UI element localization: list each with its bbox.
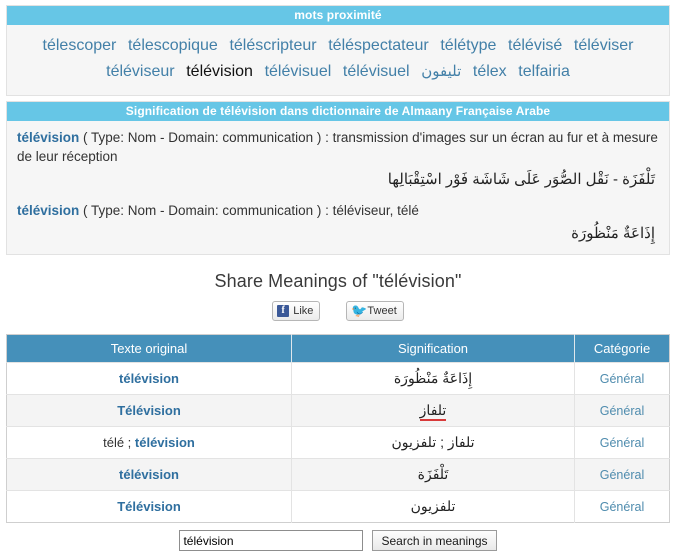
column-header-texte-original: Texte original [6, 334, 292, 363]
meaning-arabic: إِذَاعَةٌ مَنْظُورَة [393, 370, 473, 386]
proximity-word-link[interactable]: téléviser [574, 37, 634, 54]
proximity-word-link[interactable]: téléscripteur [229, 37, 316, 54]
column-header-signification: Signification [291, 334, 575, 363]
table-row: télé ; télévision تلفاز ; تلفزيون Général [6, 426, 670, 459]
proximity-word-link[interactable]: télévisé [508, 37, 562, 54]
facebook-icon: f [277, 305, 290, 317]
cell-signification: تَلْفَزَة [291, 458, 575, 491]
cell-categorie: Général [574, 394, 670, 427]
cell-categorie: Général [574, 458, 670, 491]
definition-line: télévision ( Type: Nom - Domain: communi… [17, 128, 659, 166]
meanings-table-body: télévision إِذَاعَةٌ مَنْظُورَة Général Tél… [6, 362, 670, 523]
meaning-arabic: تَلْفَزَة [417, 466, 449, 482]
definition-text: ( Type: Nom - Domain: communication ) : … [17, 130, 658, 164]
cell-signification: تلفاز [291, 394, 575, 427]
original-term[interactable]: télévision [119, 371, 179, 386]
category-link[interactable]: Général [600, 500, 644, 514]
page-root: mots proximité télescoper télescopique t… [0, 5, 676, 551]
proximity-word-link[interactable]: télétype [440, 37, 496, 54]
cell-categorie: Général [574, 490, 670, 523]
table-header-row: Texte original Signification Catégorie [6, 334, 670, 363]
cell-signification: تلفزيون [291, 490, 575, 523]
table-row: Télévision تلفزيون Général [6, 490, 670, 523]
cell-texte-original: télé ; télévision [6, 426, 292, 459]
category-link[interactable]: Général [600, 372, 644, 386]
search-bar: Search in meanings [0, 530, 676, 551]
share-title: Share Meanings of "télévision" [214, 271, 462, 291]
proximity-word-link[interactable]: telfairia [518, 63, 570, 80]
proximity-word-link[interactable]: télex [473, 63, 507, 80]
twitter-tweet-label: Tweet [367, 305, 397, 317]
twitter-tweet-button[interactable]: 🐦 Tweet [346, 301, 404, 321]
cell-texte-original: Télévision [6, 490, 292, 523]
cell-texte-original: Télévision [6, 394, 292, 427]
spellcheck-underline: تلفاز [419, 402, 447, 421]
meaning-arabic: تلفاز [419, 402, 447, 421]
original-prefix: télé ; [103, 435, 135, 450]
definition-line: télévision ( Type: Nom - Domain: communi… [17, 201, 659, 220]
category-link[interactable]: Général [600, 404, 644, 418]
proximity-word-link[interactable]: téléspectateur [328, 37, 429, 54]
definition-text: ( Type: Nom - Domain: communication ) : … [79, 203, 419, 218]
signification-panel-header: Signification de télévision dans diction… [7, 102, 669, 121]
cell-signification: إِذَاعَةٌ مَنْظُورَة [291, 362, 575, 395]
proximity-word-link[interactable]: télévision [186, 63, 253, 80]
proximity-word-list: télescoper télescopique téléscripteur té… [17, 33, 659, 85]
proximity-word-link[interactable]: télévisuel [343, 63, 410, 80]
category-link[interactable]: Général [600, 436, 644, 450]
facebook-like-button[interactable]: f Like [272, 301, 321, 321]
table-row: Télévision تلفاز Général [6, 394, 670, 427]
cell-texte-original: télévision [6, 458, 292, 491]
definition-headword[interactable]: télévision [17, 203, 79, 218]
proximity-word-link[interactable]: téléviseur [106, 63, 174, 80]
proximity-panel-header: mots proximité [7, 6, 669, 25]
definition-arabic: تَلْفَزَة - نَقْل الصُّوَر عَلَى شَاشَة … [387, 171, 655, 188]
proximity-word-link[interactable]: télescopique [128, 37, 218, 54]
cell-texte-original: télévision [6, 362, 292, 395]
meaning-arabic: تلفزيون [410, 498, 456, 514]
meanings-table: Texte original Signification Catégorie t… [6, 334, 670, 523]
meanings-table-wrapper: Texte original Signification Catégorie t… [6, 334, 670, 523]
signification-entries: télévision ( Type: Nom - Domain: communi… [7, 121, 669, 254]
category-link[interactable]: Général [600, 468, 644, 482]
signification-panel: Signification de télévision dans diction… [6, 101, 670, 255]
proximity-word-link[interactable]: تليفون [421, 63, 461, 80]
share-section: Share Meanings of "télévision" f Like 🐦 … [0, 271, 676, 321]
cell-categorie: Général [574, 426, 670, 459]
cell-signification: تلفاز ; تلفزيون [291, 426, 575, 459]
facebook-like-label: Like [293, 305, 314, 317]
twitter-bird-icon: 🐦 [351, 303, 368, 318]
proximity-word-link[interactable]: télévisuel [265, 63, 332, 80]
proximity-word-link[interactable]: télescoper [43, 37, 117, 54]
meaning-arabic: تلفاز ; تلفزيون [391, 434, 475, 450]
cell-categorie: Général [574, 362, 670, 395]
table-row: télévision تَلْفَزَة Général [6, 458, 670, 491]
share-buttons: f Like 🐦 Tweet [0, 301, 676, 321]
search-in-meanings-button[interactable]: Search in meanings [372, 530, 497, 551]
original-term[interactable]: télévision [135, 435, 195, 450]
original-term[interactable]: Télévision [117, 403, 181, 418]
proximity-panel-body: télescoper télescopique téléscripteur té… [7, 25, 669, 95]
original-term[interactable]: Télévision [117, 499, 181, 514]
original-term[interactable]: télévision [119, 467, 179, 482]
definition-headword[interactable]: télévision [17, 130, 79, 145]
table-row: télévision إِذَاعَةٌ مَنْظُورَة Général [6, 362, 670, 395]
search-input[interactable] [179, 530, 364, 551]
proximity-panel: mots proximité télescoper télescopique t… [6, 5, 670, 96]
column-header-categorie: Catégorie [574, 334, 670, 363]
definition-arabic: إِذَاعَةٌ مَنْظُورَة [571, 225, 655, 242]
